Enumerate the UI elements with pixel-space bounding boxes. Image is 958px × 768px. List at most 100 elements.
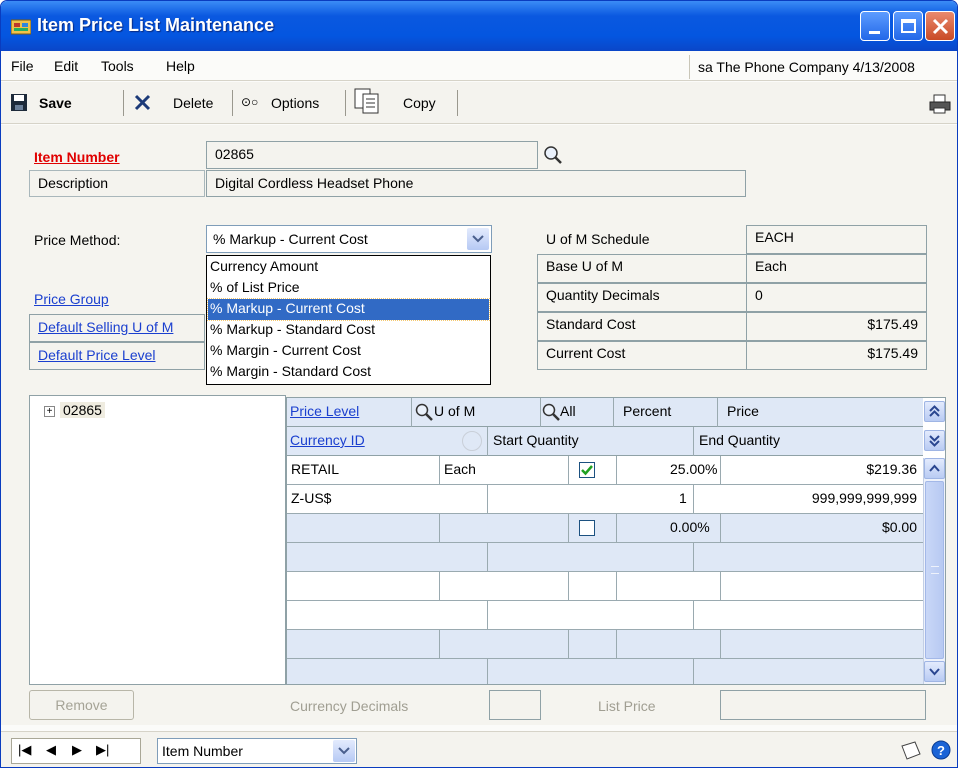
divider — [616, 630, 617, 659]
options-radio-icon: ⊙○ — [241, 95, 259, 109]
tree-expand-icon[interactable]: + — [44, 406, 55, 417]
start-quantity-header: Start Quantity — [493, 432, 579, 448]
minimize-button[interactable] — [860, 11, 890, 41]
chevron-down-icon[interactable] — [467, 228, 489, 250]
menu-help[interactable]: Help — [166, 58, 195, 74]
note-icon[interactable] — [899, 740, 923, 762]
default-price-level-link[interactable]: Default Price Level — [38, 347, 156, 363]
price-level-lookup-magnifier-icon[interactable] — [414, 402, 434, 422]
row-price-level[interactable]: RETAIL — [291, 461, 339, 477]
price-method-option[interactable]: % Margin - Current Cost — [208, 341, 489, 362]
toolbar-separator — [345, 90, 346, 116]
table-row[interactable] — [287, 572, 923, 601]
toolbar-separator — [123, 90, 124, 116]
menu-file[interactable]: File — [11, 58, 34, 74]
price-level-header[interactable]: Price Level — [290, 403, 359, 419]
table-row[interactable] — [287, 543, 923, 572]
price-method-option[interactable]: Currency Amount — [208, 257, 489, 278]
price-method-dropdown[interactable]: % Markup - Current Cost — [206, 225, 492, 253]
default-selling-uom-link[interactable]: Default Selling U of M — [38, 319, 173, 335]
grid-vertical-scrollbar[interactable] — [923, 458, 945, 684]
remove-button[interactable]: Remove — [29, 690, 134, 720]
current-cost-value-text: $175.49 — [867, 345, 918, 361]
divider — [616, 456, 617, 485]
price-method-options-list: Currency Amount % of List Price % Markup… — [206, 255, 491, 385]
next-record-icon[interactable]: ▶ — [72, 742, 82, 758]
all-checkbox-checked[interactable] — [579, 462, 595, 478]
price-group-link[interactable]: Price Group — [34, 291, 109, 307]
divider — [540, 398, 541, 427]
standard-cost-value: $175.49 — [746, 312, 927, 341]
price-method-option[interactable]: % Margin - Standard Cost — [208, 362, 489, 383]
first-record-icon[interactable]: |◀ — [18, 742, 31, 758]
last-record-icon[interactable]: ▶| — [96, 742, 109, 758]
printer-icon[interactable] — [929, 94, 951, 114]
description-label: Description — [38, 175, 109, 191]
item-number-field[interactable]: 02865 — [206, 141, 538, 169]
chevron-down-icon[interactable] — [333, 740, 355, 762]
uom-schedule-label-text: U of M Schedule — [546, 231, 650, 247]
item-number-label[interactable]: Item Number — [34, 149, 120, 165]
table-row[interactable] — [287, 659, 923, 684]
row-price[interactable]: $0.00 — [882, 519, 917, 535]
options-button[interactable]: ⊙○ Options — [239, 90, 341, 116]
app-icon — [11, 19, 31, 35]
tree-root-item[interactable]: 02865 — [60, 402, 105, 418]
list-price-field[interactable] — [720, 690, 926, 720]
scroll-up-icon[interactable] — [924, 458, 945, 479]
maximize-button[interactable] — [893, 11, 923, 41]
description-field[interactable]: Digital Cordless Headset Phone — [206, 170, 746, 197]
divider — [487, 543, 488, 572]
divider — [616, 514, 617, 543]
price-method-option-selected[interactable]: % Markup - Current Cost — [207, 298, 490, 321]
scroll-down-icon[interactable] — [924, 661, 945, 682]
previous-record-icon[interactable]: ◀ — [46, 742, 56, 758]
maximize-icon — [901, 19, 916, 33]
uom-lookup-magnifier-icon[interactable] — [541, 402, 561, 422]
menu-edit[interactable]: Edit — [54, 58, 78, 74]
help-icon[interactable]: ? — [931, 740, 951, 760]
table-row[interactable] — [287, 601, 923, 630]
quantity-decimals-value: 0 — [746, 283, 927, 312]
row-percent[interactable]: 25.00% — [670, 461, 717, 477]
copy-button[interactable]: Copy — [351, 86, 441, 118]
collapse-up-icon[interactable] — [924, 401, 945, 422]
standard-cost-value-text: $175.49 — [867, 316, 918, 332]
divider — [720, 456, 721, 485]
delete-button[interactable]: Delete — [131, 90, 226, 116]
row-end-quantity[interactable]: 999,999,999,999 — [812, 490, 917, 506]
currency-id-header[interactable]: Currency ID — [290, 432, 365, 448]
divider — [568, 572, 569, 601]
menu-tools[interactable]: Tools — [101, 58, 134, 74]
all-checkbox-unchecked[interactable] — [579, 520, 595, 536]
grip-icon — [931, 566, 939, 574]
currency-decimals-field[interactable] — [489, 690, 541, 720]
item-lookup-magnifier-icon[interactable] — [542, 144, 564, 166]
quantity-decimals-label-text: Quantity Decimals — [546, 287, 660, 303]
scroll-thumb[interactable] — [925, 481, 944, 659]
expand-down-icon[interactable] — [924, 430, 945, 451]
toolbar-separator — [232, 90, 233, 116]
row-price[interactable]: $219.36 — [866, 461, 917, 477]
row-uom[interactable]: Each — [444, 461, 476, 477]
row-percent[interactable]: 0.00% — [670, 519, 710, 535]
row-currency-id[interactable]: Z-US$ — [291, 490, 331, 506]
item-tree-view[interactable]: + 02865 — [29, 395, 286, 685]
close-button[interactable] — [925, 11, 955, 41]
sort-by-dropdown[interactable]: Item Number — [157, 738, 357, 764]
table-row[interactable] — [287, 630, 923, 659]
divider — [568, 630, 569, 659]
currency-lookup-disabled-icon — [462, 431, 482, 451]
table-row[interactable]: RETAIL Each 25.00% $219.36 — [287, 456, 923, 485]
copy-label: Copy — [403, 95, 436, 111]
divider — [693, 485, 694, 514]
row-start-quantity[interactable]: 1 — [679, 490, 687, 506]
floppy-disk-icon — [11, 94, 27, 111]
divider — [693, 543, 694, 572]
price-method-option[interactable]: % Markup - Standard Cost — [208, 320, 489, 341]
price-method-option[interactable]: % of List Price — [208, 278, 489, 299]
current-cost-label-text: Current Cost — [546, 345, 626, 361]
table-row[interactable]: 0.00% $0.00 — [287, 514, 923, 543]
save-button[interactable]: Save — [9, 90, 117, 116]
table-row[interactable]: Z-US$ 1 999,999,999,999 — [287, 485, 923, 514]
